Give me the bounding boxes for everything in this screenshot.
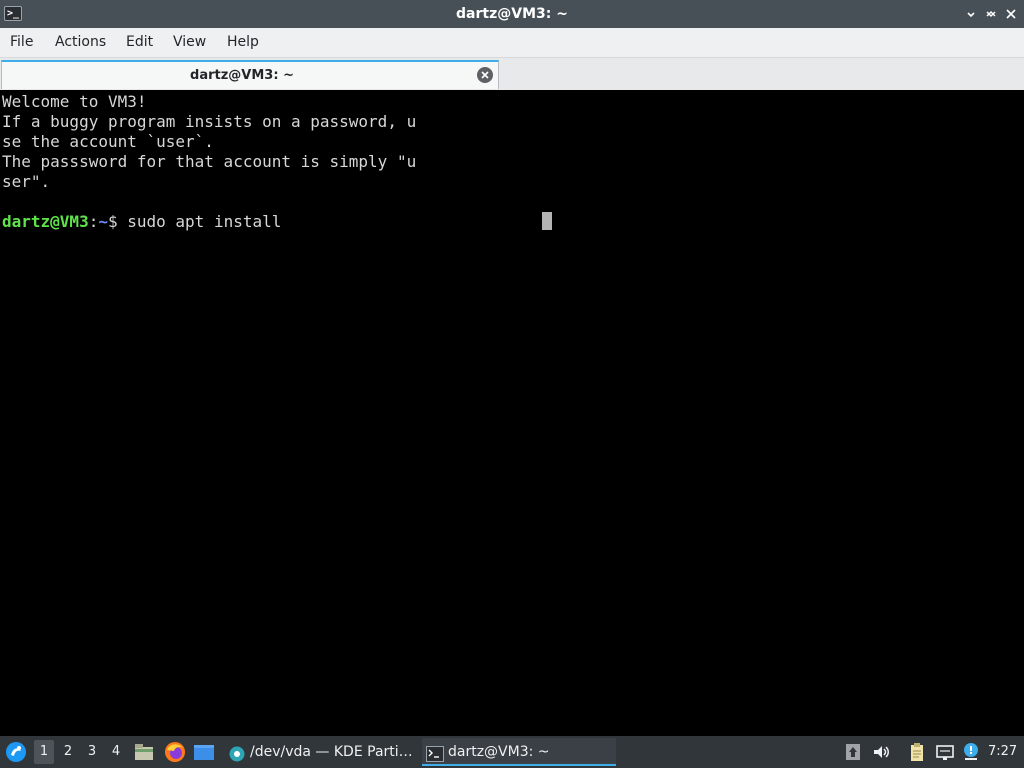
prompt-line: dartz@VM3:~$ sudo apt install [2, 212, 281, 232]
clock[interactable]: 7:27 [988, 736, 1017, 768]
close-icon[interactable] [1002, 5, 1020, 23]
menu-bar: File Actions Edit View Help [0, 28, 1024, 58]
show-desktop-icon[interactable] [193, 741, 215, 763]
window-titlebar[interactable]: >_ dartz@VM3: ~ [0, 0, 1024, 28]
desktop-4[interactable]: 4 [106, 740, 126, 764]
clipboard-icon[interactable] [907, 742, 927, 762]
taskbar: 1 2 3 4 /dev/vda — KDE Parti… dartz@VM3:… [0, 736, 1024, 768]
terminal-line: ser". [2, 172, 51, 191]
task-kde-partition-manager[interactable]: /dev/vda — KDE Parti… [224, 738, 420, 766]
menu-edit[interactable]: Edit [124, 28, 155, 57]
desktop-3[interactable]: 3 [82, 740, 102, 764]
network-icon[interactable] [935, 742, 955, 762]
desktop-2[interactable]: 2 [58, 740, 78, 764]
menu-actions[interactable]: Actions [53, 28, 108, 57]
terminal-icon [426, 744, 444, 762]
volume-icon[interactable] [871, 742, 891, 762]
terminal-line: Welcome to VM3! [2, 92, 147, 111]
terminal-line: The passsword for that account is simply… [2, 152, 417, 171]
file-manager-icon[interactable] [133, 741, 155, 763]
window-title: dartz@VM3: ~ [456, 6, 568, 22]
task-terminal[interactable]: dartz@VM3: ~ [422, 738, 616, 766]
desktop-1[interactable]: 1 [34, 740, 54, 764]
menu-file[interactable]: File [8, 28, 35, 57]
task-label: /dev/vda — KDE Parti… [250, 744, 413, 760]
text-cursor [542, 212, 552, 230]
minimize-icon[interactable] [962, 5, 980, 23]
tab-close-icon[interactable] [477, 67, 493, 83]
terminal-view[interactable]: Welcome to VM3! If a buggy program insis… [0, 91, 1024, 736]
terminal-line: se the account `user`. [2, 132, 214, 151]
prompt-path: ~ [98, 212, 108, 231]
prompt-symbol: $ [107, 212, 128, 231]
terminal-line: If a buggy program insists on a password… [2, 112, 417, 131]
typed-command: sudo apt install [127, 212, 282, 231]
firefox-icon[interactable] [164, 741, 186, 763]
menu-help[interactable]: Help [225, 28, 261, 57]
prompt-user-host: dartz@VM3 [2, 212, 89, 231]
tab-label: dartz@VM3: ~ [190, 68, 294, 83]
start-menu-icon[interactable] [5, 741, 27, 763]
task-label: dartz@VM3: ~ [448, 744, 550, 760]
maximize-icon[interactable] [982, 5, 1000, 23]
updates-icon[interactable] [843, 742, 863, 762]
menu-view[interactable]: View [171, 28, 208, 57]
tab-bar: dartz@VM3: ~ [0, 58, 1024, 90]
prompt-separator: : [88, 212, 99, 231]
tab-terminal[interactable]: dartz@VM3: ~ [1, 60, 499, 89]
notifications-icon[interactable] [961, 742, 981, 762]
kde-partition-manager-icon [228, 744, 246, 762]
